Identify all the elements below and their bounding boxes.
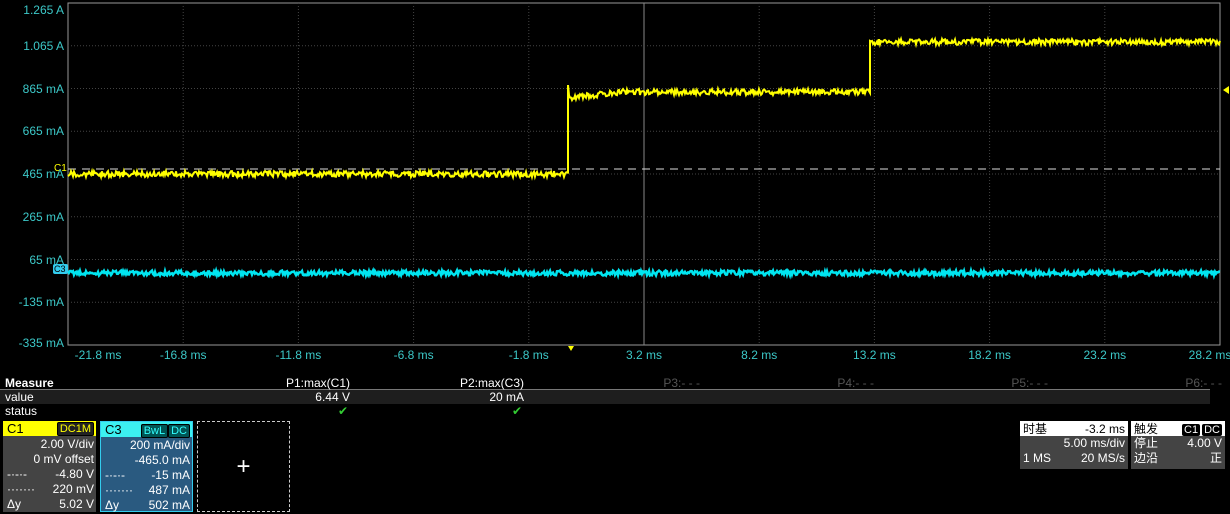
param-p2[interactable]: P2:max(C3) <box>460 376 524 390</box>
c1-cursor1-icon: -·-·- <box>7 467 27 482</box>
c3-delta: 502 mA <box>149 498 190 512</box>
x-axis-label: -6.8 ms <box>394 348 434 362</box>
c3-cursor2-icon: ······· <box>105 483 133 498</box>
y-axis-label: 465 mA <box>23 167 64 181</box>
trigger-slope: 正 <box>1210 451 1222 466</box>
c3-cursor2: 487 mA <box>149 483 190 497</box>
x-axis-label: -16.8 ms <box>160 348 207 362</box>
plus-icon: + <box>236 453 250 481</box>
c3-label: C3 <box>105 422 122 437</box>
value-label: value <box>5 390 34 404</box>
c1-delta-label: Δy <box>7 497 21 512</box>
trigger-type: 边沿 <box>1134 451 1158 466</box>
c1-trace <box>68 171 568 177</box>
x-axis-label: 13.2 ms <box>853 348 896 362</box>
x-axis-label: 3.2 ms <box>626 348 662 362</box>
c1-trace-step <box>568 39 1220 174</box>
y-axis-label: 865 mA <box>23 82 64 96</box>
measure-status-row: status ✔ ✔ <box>0 404 1210 418</box>
trigger-source-badge: C1 <box>1182 424 1200 436</box>
trigger-position-marker <box>568 346 574 351</box>
param-p4[interactable]: P4:- - - <box>837 376 874 390</box>
x-axis-label: -11.8 ms <box>275 348 321 362</box>
channel-c1-descriptor[interactable]: C1 DC1M 2.00 V/div 0 mV offset -·-·- -4.80… <box>3 421 96 512</box>
measure-header-row: Measure P1:max(C1) P2:max(C3) P3:- - - P… <box>0 376 1210 390</box>
c1-offset: 0 mV offset <box>5 452 94 467</box>
x-axis-label: -21.8 ms <box>75 348 122 362</box>
c1-scale: 2.00 V/div <box>5 437 94 452</box>
x-axis-label: 8.2 ms <box>741 348 777 362</box>
y-axis-label: 65 mA <box>29 253 64 267</box>
timebase-delay: -3.2 ms <box>1085 422 1125 436</box>
y-axis-label: 665 mA <box>23 124 64 138</box>
timebase-label: 时基 <box>1023 420 1047 437</box>
y-axis-label: 1.265 A <box>23 3 64 17</box>
y-axis-label: 1.065 A <box>23 39 64 53</box>
x-axis-label: 28.2 ms <box>1189 348 1230 362</box>
trigger-descriptor[interactable]: 触发 C1 DC 停止 4.00 V 边沿 正 <box>1131 421 1225 469</box>
c3-cursor1-icon: -·-·- <box>105 468 125 483</box>
c1-delta: 5.02 V <box>59 497 94 511</box>
trigger-level-marker <box>1223 86 1229 94</box>
y-axis-label: 265 mA <box>23 210 64 224</box>
timebase-scale: 5.00 ms/div <box>1064 436 1125 451</box>
y-axis-label: -135 mA <box>19 295 64 309</box>
timebase-points: 1 MS <box>1023 451 1051 466</box>
c1-coupling-badge: DC1M <box>57 422 94 436</box>
measure-table: Measure P1:max(C1) P2:max(C3) P3:- - - P… <box>0 376 1210 418</box>
c3-scale: 200 mA/div <box>103 438 190 453</box>
c1-label: C1 <box>7 421 24 436</box>
c3-coupling-badge: DC <box>168 424 190 438</box>
param-p6[interactable]: P6:- - - <box>1185 376 1222 390</box>
x-axis-label: 23.2 ms <box>1083 348 1126 362</box>
c1-cursor2-icon: ······· <box>7 482 35 497</box>
param-p5[interactable]: P5:- - - <box>1011 376 1048 390</box>
x-axis-label: -1.8 ms <box>509 348 549 362</box>
c1-cursor2: 220 mV <box>53 482 94 496</box>
c3-delta-label: Δy <box>105 498 119 513</box>
p1-value: 6.44 V <box>315 390 350 404</box>
trigger-label: 触发 <box>1134 420 1158 437</box>
status-label: status <box>5 404 37 418</box>
c3-offset: -465.0 mA <box>103 453 190 468</box>
y-axis-label: -335 mA <box>19 336 64 350</box>
p2-value: 20 mA <box>489 390 524 404</box>
measure-value-row: value 6.44 V 20 mA <box>0 390 1210 404</box>
add-channel-button[interactable]: + <box>197 421 290 512</box>
p1-status-check-icon: ✔ <box>338 404 348 418</box>
trigger-mode: 停止 <box>1134 436 1158 451</box>
waveform-display[interactable]: C1C3 <box>0 0 1230 370</box>
trigger-coupling-badge: DC <box>1202 424 1222 436</box>
c1-cursor1: -4.80 V <box>55 467 94 481</box>
c3-cursor1: -15 mA <box>151 468 190 482</box>
param-p3[interactable]: P3:- - - <box>663 376 700 390</box>
channel-c3-descriptor[interactable]: C3 BwL DC 200 mA/div -465.0 mA -·-·- -15 mA… <box>100 421 193 512</box>
timebase-descriptor[interactable]: 时基 -3.2 ms 5.00 ms/div 1 MS 20 MS/s <box>1020 421 1128 469</box>
p2-status-check-icon: ✔ <box>512 404 522 418</box>
param-p1[interactable]: P1:max(C1) <box>286 376 350 390</box>
trigger-level: 4.00 V <box>1187 436 1222 451</box>
timebase-rate: 20 MS/s <box>1081 451 1125 466</box>
c3-bw-badge: BwL <box>141 424 168 438</box>
x-axis-label: 18.2 ms <box>968 348 1011 362</box>
measure-title: Measure <box>5 376 54 390</box>
